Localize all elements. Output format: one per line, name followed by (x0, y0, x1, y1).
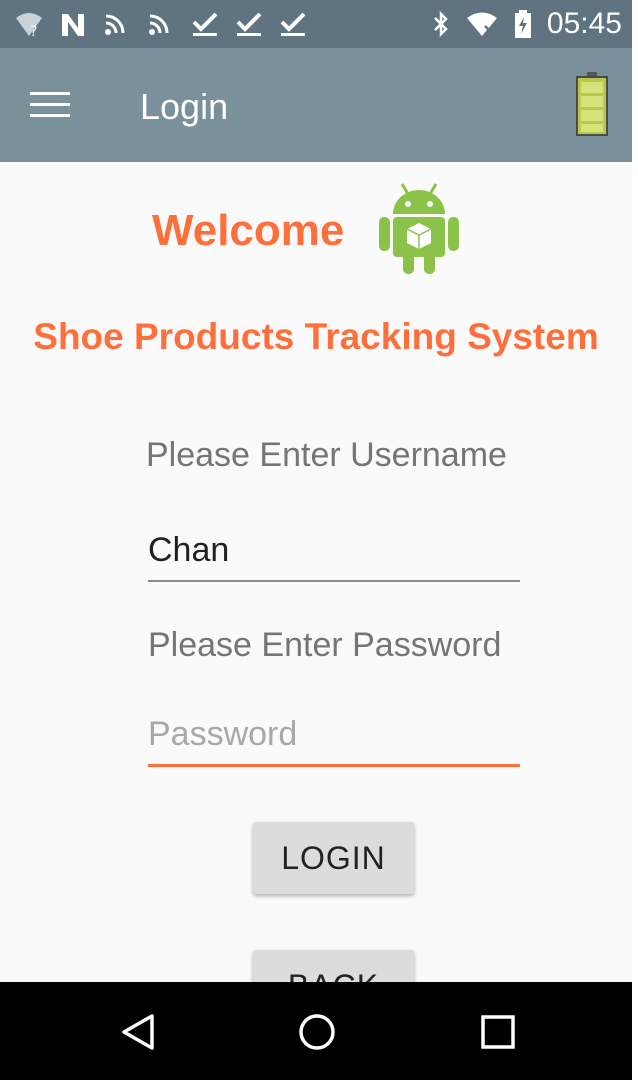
cast-icon (149, 14, 169, 35)
status-bar: ? 05:45 (0, 0, 632, 48)
cast-icon (105, 14, 125, 35)
svg-text:?: ? (30, 24, 37, 38)
welcome-heading: Welcome (152, 206, 345, 255)
app-bar: Login (0, 48, 632, 162)
username-field[interactable] (148, 520, 520, 582)
screen-edge (632, 0, 638, 1080)
page-title: Login (140, 86, 229, 127)
battery-charging-icon (514, 10, 531, 38)
n-notification-icon (62, 14, 84, 36)
navigation-bar (0, 982, 632, 1080)
android-logo-icon (379, 183, 459, 274)
hamburger-menu-icon[interactable] (30, 92, 70, 120)
login-form: Welcome Shoe Products Tracking System Pl… (0, 162, 632, 1022)
battery-full-icon (576, 72, 608, 136)
recent-square-icon[interactable] (478, 1012, 518, 1052)
username-label: Please Enter Username (146, 436, 507, 474)
status-time: 05:45 (546, 7, 622, 40)
wifi-question-icon: ? (16, 13, 42, 38)
download-done-icon (280, 12, 306, 36)
download-done-icon (192, 12, 218, 36)
login-button[interactable]: LOGIN (253, 822, 414, 894)
password-field[interactable] (148, 704, 520, 767)
back-triangle-icon[interactable] (118, 1012, 158, 1052)
wifi-x-icon (466, 12, 497, 36)
bluetooth-icon (434, 10, 448, 38)
password-label: Please Enter Password (148, 626, 502, 664)
home-circle-icon[interactable] (297, 1012, 337, 1052)
system-title: Shoe Products Tracking System (33, 316, 599, 357)
download-done-icon (236, 12, 262, 36)
